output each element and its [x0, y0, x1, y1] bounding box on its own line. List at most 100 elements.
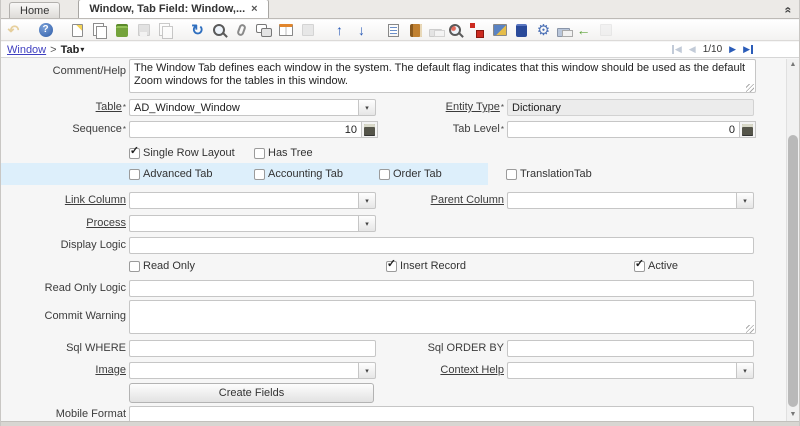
- checkbox-label: Has Tree: [268, 147, 313, 159]
- checkbox-box[interactable]: [379, 169, 390, 180]
- archive-icon[interactable]: [513, 22, 530, 39]
- workflow-icon[interactable]: [469, 22, 486, 39]
- image-input[interactable]: [129, 362, 358, 379]
- collapse-header-icon[interactable]: «: [782, 7, 796, 12]
- table-zoom-link[interactable]: Table: [96, 101, 122, 113]
- entity-type-zoom-link[interactable]: Entity Type: [446, 101, 500, 113]
- read-only-logic-field[interactable]: [129, 280, 754, 297]
- comment-help-field[interactable]: The Window Tab defines each window in th…: [129, 59, 756, 93]
- scroll-down-icon[interactable]: ▼: [787, 409, 799, 421]
- chat-icon[interactable]: [255, 22, 272, 39]
- print-icon: [429, 29, 442, 37]
- checkbox-insert-record[interactable]: ✓ Insert Record: [386, 260, 466, 272]
- parent-record-icon[interactable]: ↑: [331, 22, 348, 39]
- sequence-number: [129, 121, 378, 138]
- scroll-up-icon[interactable]: ▲: [787, 59, 799, 71]
- tab-home-label: Home: [20, 5, 49, 17]
- table-input[interactable]: [129, 99, 358, 116]
- vertical-scrollbar[interactable]: ▲ ▼: [786, 59, 799, 421]
- delete-record-icon[interactable]: [113, 22, 130, 39]
- checkbox-box[interactable]: [254, 169, 265, 180]
- required-marker: *: [123, 103, 126, 112]
- export-icon[interactable]: ←: [575, 22, 592, 39]
- checkbox-active[interactable]: ✓ Active: [634, 260, 678, 272]
- help-icon[interactable]: ?: [37, 22, 54, 39]
- checkbox-accounting-tab[interactable]: Accounting Tab: [254, 168, 343, 180]
- zoom-across-icon[interactable]: [447, 22, 464, 39]
- link-column-dropdown-arrow-icon[interactable]: ▾: [358, 192, 376, 209]
- tab-home[interactable]: Home: [9, 2, 60, 18]
- tab-close-icon[interactable]: ×: [251, 4, 257, 15]
- create-fields-button[interactable]: Create Fields: [129, 383, 374, 403]
- checkbox-read-only[interactable]: Read Only: [129, 260, 195, 272]
- link-column-zoom-link[interactable]: Link Column: [65, 194, 126, 206]
- checkbox-box[interactable]: [506, 169, 517, 180]
- table-label: Table*: [1, 99, 126, 116]
- last-record-icon[interactable]: ▶: [743, 45, 753, 54]
- breadcrumb-current-tab[interactable]: Tab: [61, 44, 80, 56]
- process-icon[interactable]: ⚙: [535, 22, 552, 39]
- report-icon[interactable]: [385, 22, 402, 39]
- tab-level-number: [507, 121, 756, 138]
- image-dropdown-arrow-icon[interactable]: ▾: [358, 362, 376, 379]
- resize-handle-icon[interactable]: [746, 325, 754, 333]
- new-record-icon[interactable]: [69, 22, 86, 39]
- chevron-down-icon[interactable]: ▾: [80, 45, 84, 54]
- grid-toggle-icon[interactable]: [277, 22, 294, 39]
- chart-icon[interactable]: [491, 22, 508, 39]
- parent-column-input[interactable]: [507, 192, 736, 209]
- breadcrumb-window-link[interactable]: Window: [7, 44, 46, 56]
- display-logic-label: Display Logic: [1, 237, 126, 254]
- scrollbar-thumb[interactable]: [788, 135, 798, 407]
- detail-record-icon[interactable]: ↓: [353, 22, 370, 39]
- process-zoom-link[interactable]: Process: [86, 217, 126, 229]
- diskette-glyph: [138, 24, 150, 36]
- context-help-zoom-link[interactable]: Context Help: [440, 364, 504, 376]
- find-icon[interactable]: [211, 22, 228, 39]
- comment-help-label: Comment/Help: [1, 63, 126, 80]
- sequence-label: Sequence*: [1, 121, 126, 138]
- resize-handle-icon[interactable]: [746, 84, 754, 92]
- checkbox-label: Single Row Layout: [143, 147, 235, 159]
- context-help-dropdown-arrow-icon[interactable]: ▾: [736, 362, 754, 379]
- checkbox-advanced-tab[interactable]: Advanced Tab: [129, 168, 213, 180]
- checkbox-has-tree[interactable]: Has Tree: [254, 147, 313, 159]
- calculator-icon[interactable]: [362, 121, 378, 138]
- sql-order-by-field[interactable]: [507, 340, 754, 357]
- display-logic-field[interactable]: [129, 237, 754, 254]
- next-record-icon[interactable]: ▶: [729, 45, 736, 54]
- checkbox-translation-tab[interactable]: TranslationTab: [506, 168, 592, 180]
- sql-order-by-label: Sql ORDER BY: [379, 340, 504, 357]
- calculator-icon[interactable]: [740, 121, 756, 138]
- sql-where-field[interactable]: [129, 340, 376, 357]
- new-page-glyph: [72, 24, 83, 37]
- tab-window-tab-field[interactable]: Window, Tab Field: Window,... ×: [78, 0, 268, 18]
- checkbox-box[interactable]: ✓: [634, 261, 645, 272]
- print-preview-icon[interactable]: [557, 28, 570, 37]
- checkbox-order-tab[interactable]: Order Tab: [379, 168, 442, 180]
- process-input[interactable]: [129, 215, 358, 232]
- checkbox-single-row-layout[interactable]: ✓ Single Row Layout: [129, 147, 235, 159]
- breadcrumb-separator: >: [50, 44, 56, 56]
- checkbox-box[interactable]: [254, 148, 265, 159]
- requests-icon[interactable]: [407, 22, 424, 39]
- process-dropdown-arrow-icon[interactable]: ▾: [358, 215, 376, 232]
- context-help-input[interactable]: [507, 362, 736, 379]
- link-column-input[interactable]: [129, 192, 358, 209]
- requery-icon[interactable]: ↻: [189, 22, 206, 39]
- parent-column-zoom-link[interactable]: Parent Column: [431, 194, 504, 206]
- checkbox-box[interactable]: [129, 169, 140, 180]
- checkbox-box[interactable]: ✓: [386, 261, 397, 272]
- checkbox-box[interactable]: [129, 261, 140, 272]
- trash-glyph: [116, 26, 128, 37]
- attachment-icon[interactable]: [233, 22, 250, 39]
- sequence-input[interactable]: [129, 121, 362, 138]
- checkbox-label: Read Only: [143, 260, 195, 272]
- copy-record-icon[interactable]: [91, 22, 108, 39]
- table-dropdown-arrow-icon[interactable]: ▾: [358, 99, 376, 116]
- parent-column-dropdown-arrow-icon[interactable]: ▾: [736, 192, 754, 209]
- commit-warning-field[interactable]: [129, 300, 756, 334]
- tab-level-input[interactable]: [507, 121, 740, 138]
- image-zoom-link[interactable]: Image: [95, 364, 126, 376]
- checkbox-box[interactable]: ✓: [129, 148, 140, 159]
